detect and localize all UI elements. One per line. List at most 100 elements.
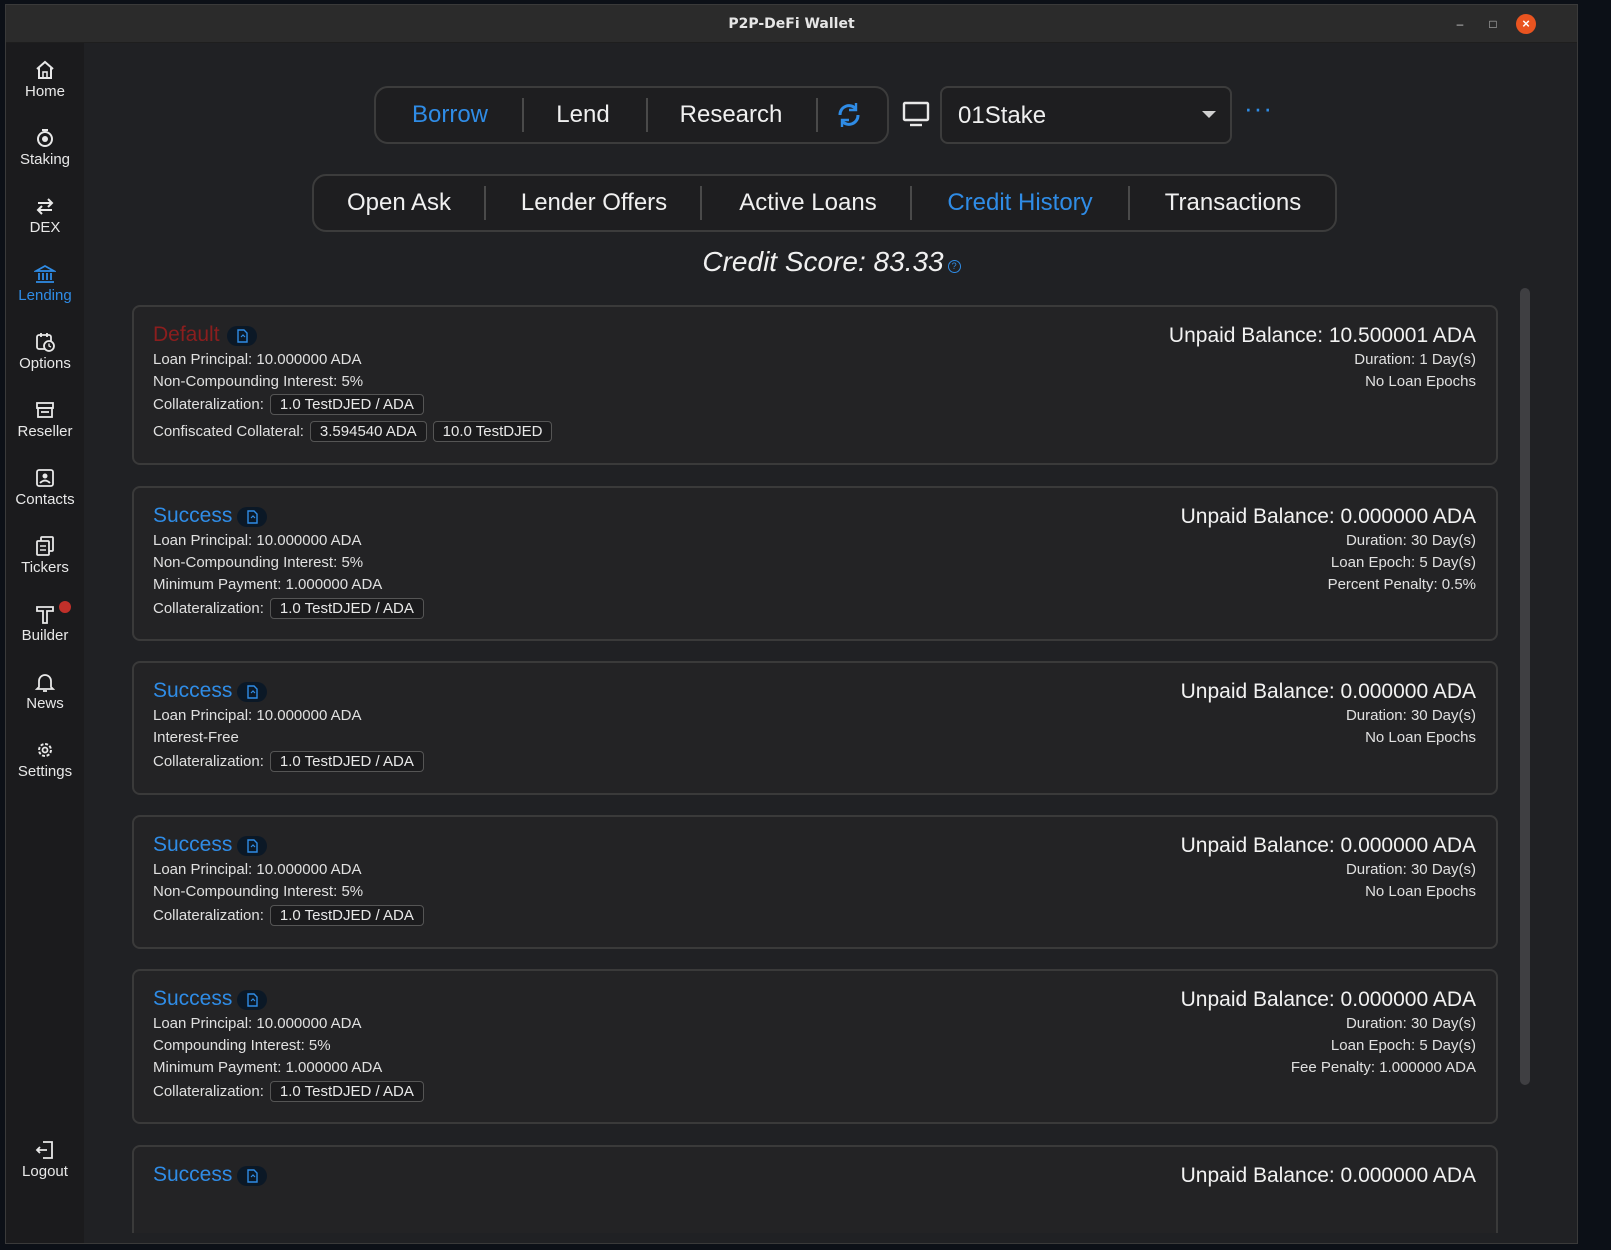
sidebar-item-label: Settings	[17, 763, 73, 780]
collateral-chip: 1.0 TestDJED / ADA	[269, 1081, 424, 1102]
confiscated-collateral-row: Confiscated Collateral: 3.594540 ADA 10.0 …	[153, 421, 553, 442]
document-icon[interactable]	[237, 1166, 267, 1186]
loan-epochs: No Loan Epochs	[1365, 729, 1476, 746]
unpaid-balance: Unpaid Balance: 0.000000 ADA	[1180, 988, 1476, 1011]
main-content: Borrow Lend Research 01Stake ··· Open As…	[84, 43, 1577, 1243]
loan-interest: Non-Compounding Interest: 5%	[153, 883, 364, 900]
loan-card: Success Loan Principal: 10.000000 ADA Co…	[132, 969, 1498, 1124]
collateralization-row: Collateralization: 1.0 TestDJED / ADA	[153, 1081, 424, 1102]
loan-principal: Loan Principal: 10.000000 ADA	[153, 1015, 362, 1032]
minimum-payment: Minimum Payment: 1.000000 ADA	[153, 1059, 383, 1076]
sub-tab-bar: Open Ask Lender Offers Active Loans Cred…	[312, 174, 1337, 232]
document-icon[interactable]	[237, 836, 267, 856]
wallet-select[interactable]: 01Stake	[940, 86, 1232, 144]
app-window: P2P-DeFi Wallet – □ × Home Staking DEX L…	[5, 4, 1578, 1244]
maximize-button[interactable]: □	[1483, 14, 1503, 34]
sidebar-item-tickers[interactable]: Tickers	[6, 535, 84, 595]
collateral-chip: 1.0 TestDJED / ADA	[269, 751, 424, 772]
loan-status: Success	[153, 987, 233, 1010]
scrollbar[interactable]	[1520, 288, 1530, 1085]
tab-lend[interactable]: Lend	[528, 88, 638, 142]
loan-status: Default	[153, 323, 220, 346]
help-icon[interactable]: ?	[947, 260, 961, 273]
loan-principal: Loan Principal: 10.000000 ADA	[153, 532, 362, 549]
loan-interest: Non-Compounding Interest: 5%	[153, 554, 364, 571]
bell-icon	[34, 674, 56, 692]
document-icon[interactable]	[237, 990, 267, 1010]
tab-research[interactable]: Research	[656, 88, 806, 142]
sidebar-item-label: Options	[19, 355, 71, 372]
sidebar-item-label: Contacts	[15, 491, 75, 508]
loan-interest: Compounding Interest: 5%	[153, 1037, 331, 1054]
sidebar-item-label: News	[26, 695, 64, 712]
minimize-button[interactable]: –	[1450, 14, 1470, 34]
loan-status: Success	[153, 679, 233, 702]
loan-card: Success Loan Principal: 10.000000 ADA No…	[132, 486, 1498, 641]
collateral-chip: 1.0 TestDJED / ADA	[269, 598, 424, 619]
collateral-chip: 10.0 TestDJED	[432, 421, 553, 442]
tab-lender-offers[interactable]: Lender Offers	[494, 176, 694, 230]
collateralization-row: Collateralization: 1.0 TestDJED / ADA	[153, 598, 424, 619]
unpaid-balance: Unpaid Balance: 0.000000 ADA	[1180, 1164, 1476, 1187]
sidebar-item-dex[interactable]: DEX	[6, 195, 84, 255]
sidebar-item-home[interactable]: Home	[6, 59, 84, 119]
unpaid-balance: Unpaid Balance: 10.500001 ADA	[1168, 324, 1476, 347]
collateral-chip: 1.0 TestDJED / ADA	[269, 905, 424, 926]
document-icon[interactable]	[227, 326, 257, 346]
loan-card: Success Loan Principal: 10.000000 ADA In…	[132, 661, 1498, 795]
loan-interest: Non-Compounding Interest: 5%	[153, 373, 364, 390]
collateralization-row: Collateralization: 1.0 TestDJED / ADA	[153, 905, 424, 926]
sidebar-item-label: Staking	[19, 151, 71, 168]
document-icon[interactable]	[237, 507, 267, 527]
tab-transactions[interactable]: Transactions	[1138, 176, 1328, 230]
sidebar-item-settings[interactable]: Settings	[6, 739, 84, 799]
loan-principal: Loan Principal: 10.000000 ADA	[153, 351, 362, 368]
loan-penalty: Fee Penalty: 1.000000 ADA	[1290, 1059, 1476, 1076]
unpaid-balance: Unpaid Balance: 0.000000 ADA	[1180, 505, 1476, 528]
sidebar-item-label: Logout	[22, 1163, 68, 1180]
tab-credit-history[interactable]: Credit History	[920, 176, 1120, 230]
staking-icon	[37, 129, 53, 147]
unpaid-balance: Unpaid Balance: 0.000000 ADA	[1180, 680, 1476, 703]
minimum-payment: Minimum Payment: 1.000000 ADA	[153, 576, 383, 593]
credit-score-text: Credit Score: 83.33	[702, 246, 944, 277]
top-tab-bar: Borrow Lend Research	[374, 86, 889, 144]
loan-principal: Loan Principal: 10.000000 ADA	[153, 707, 362, 724]
sidebar: Home Staking DEX Lending Options Reselle…	[6, 43, 84, 1243]
chevron-down-icon	[1202, 111, 1216, 118]
tab-borrow[interactable]: Borrow	[390, 88, 510, 142]
monitor-icon[interactable]	[902, 101, 930, 127]
sidebar-item-contacts[interactable]: Contacts	[6, 467, 84, 527]
sidebar-item-lending[interactable]: Lending	[6, 263, 84, 323]
loan-epochs: No Loan Epochs	[1365, 883, 1476, 900]
sidebar-item-news[interactable]: News	[6, 671, 84, 731]
tab-open-ask[interactable]: Open Ask	[324, 176, 474, 230]
credit-score: Credit Score: 83.33?	[84, 246, 1577, 278]
sidebar-item-reseller[interactable]: Reseller	[6, 399, 84, 459]
sidebar-item-staking[interactable]: Staking	[6, 127, 84, 187]
sidebar-item-options[interactable]: Options	[6, 331, 84, 391]
sidebar-item-builder[interactable]: Builder	[6, 601, 84, 663]
loan-duration: Duration: 30 Day(s)	[1345, 861, 1476, 878]
document-icon[interactable]	[237, 682, 267, 702]
loan-card: Default Loan Principal: 10.000000 ADA No…	[132, 305, 1498, 465]
loan-duration: Duration: 30 Day(s)	[1345, 707, 1476, 724]
gear-icon	[38, 743, 52, 757]
more-options-button[interactable]: ···	[1244, 93, 1273, 124]
bank-icon	[34, 264, 56, 283]
contacts-icon	[36, 469, 54, 487]
sidebar-item-logout[interactable]: Logout	[6, 1139, 84, 1199]
sidebar-item-label: Builder	[21, 627, 69, 644]
loan-interest: Interest-Free	[153, 729, 239, 746]
credit-history-list: Default Loan Principal: 10.000000 ADA No…	[132, 305, 1502, 1233]
collateral-chip: 1.0 TestDJED / ADA	[269, 394, 424, 415]
tab-active-loans[interactable]: Active Loans	[710, 176, 906, 230]
logout-icon	[35, 1141, 53, 1159]
unpaid-balance: Unpaid Balance: 0.000000 ADA	[1180, 834, 1476, 857]
loan-duration: Duration: 30 Day(s)	[1345, 1015, 1476, 1032]
loan-card: Success Loan Principal: 10.000000 ADA No…	[132, 815, 1498, 949]
loan-card: Success Unpaid Balance: 0.000000 ADA	[132, 1145, 1498, 1233]
refresh-icon[interactable]	[834, 100, 864, 130]
close-button[interactable]: ×	[1516, 14, 1536, 34]
notification-badge	[59, 601, 71, 613]
